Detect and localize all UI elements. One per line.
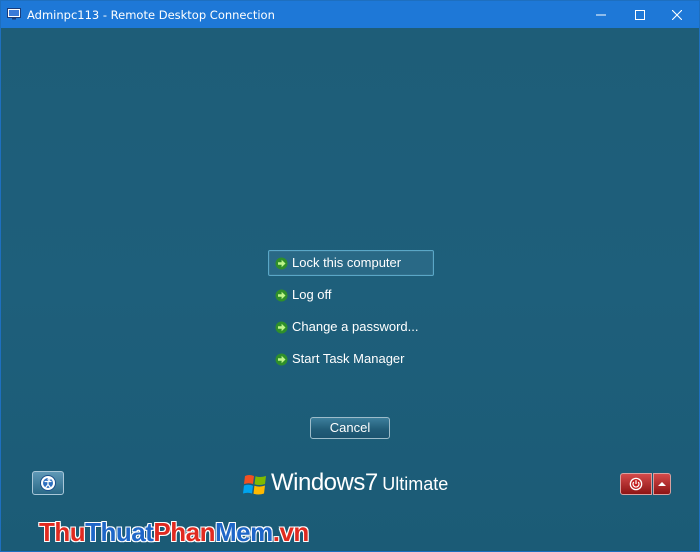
maximize-icon — [635, 9, 645, 20]
caret-up-icon — [658, 482, 666, 486]
arrow-right-icon — [275, 321, 288, 334]
window-title: Adminpc113 - Remote Desktop Connection — [27, 8, 275, 22]
title-bar[interactable]: Adminpc113 - Remote Desktop Connection — [1, 1, 699, 28]
arrow-right-icon — [275, 257, 288, 270]
minimize-button[interactable] — [579, 1, 623, 28]
close-icon — [672, 9, 682, 20]
remote-desktop-icon — [7, 8, 21, 20]
option-label: Start Task Manager — [292, 351, 405, 366]
watermark-part: .vn — [272, 517, 310, 547]
option-label: Change a password... — [292, 319, 419, 334]
shutdown-control — [620, 473, 671, 495]
security-options-list: Lock this computer Log off Change a pass… — [268, 250, 434, 378]
ease-of-access-icon — [40, 475, 56, 491]
option-lock-computer[interactable]: Lock this computer — [268, 250, 434, 276]
watermark-part: Phan — [153, 517, 215, 547]
option-log-off[interactable]: Log off — [268, 282, 434, 308]
option-label: Lock this computer — [292, 255, 402, 270]
power-icon — [629, 477, 643, 491]
brand-windows: Windows — [271, 469, 365, 496]
rdp-window: Adminpc113 - Remote Desktop Connection L… — [0, 0, 700, 552]
watermark: ThuThuatPhanMem.vn — [39, 517, 309, 548]
option-change-password[interactable]: Change a password... — [268, 314, 434, 340]
brand-version: 7 — [364, 469, 379, 496]
brand-edition: Ultimate — [382, 474, 449, 494]
watermark-part: Mem — [215, 517, 273, 547]
arrow-right-icon — [275, 289, 288, 302]
minimize-icon — [596, 14, 606, 15]
cancel-button[interactable]: Cancel — [310, 417, 390, 439]
windows-logo-icon — [243, 475, 266, 495]
watermark-part: Thu — [39, 517, 86, 547]
close-button[interactable] — [655, 1, 699, 28]
ease-of-access-button[interactable] — [32, 471, 64, 495]
shutdown-button[interactable] — [620, 473, 652, 495]
option-label: Log off — [292, 287, 332, 302]
option-start-task-manager[interactable]: Start Task Manager — [268, 346, 434, 372]
arrow-right-icon — [275, 353, 288, 366]
shutdown-options-button[interactable] — [653, 473, 671, 495]
watermark-part: Thuat — [85, 517, 154, 547]
